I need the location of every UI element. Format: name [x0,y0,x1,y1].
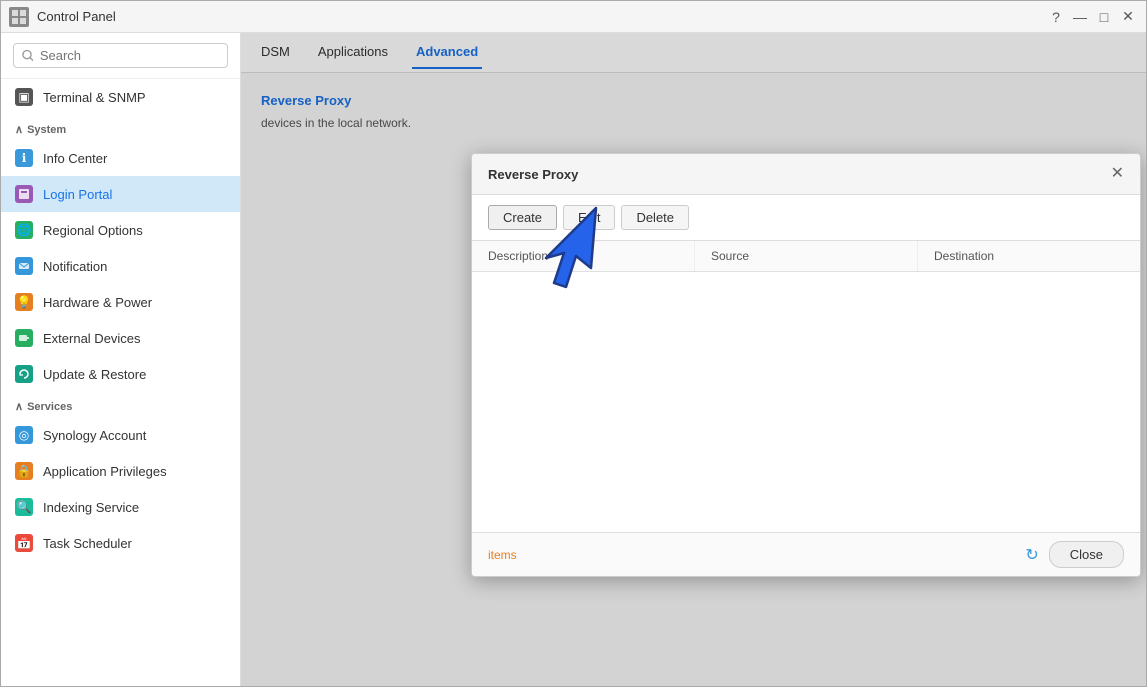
sidebar-section-services[interactable]: ∧ Services [1,392,240,417]
synology-account-label: Synology Account [43,428,146,443]
sidebar-item-regional-options[interactable]: 🌐 Regional Options [1,212,240,248]
terminal-label: Terminal & SNMP [43,90,146,105]
section-collapse-icon: ∧ [15,123,23,136]
close-button[interactable]: Close [1049,541,1124,568]
app-privileges-label: Application Privileges [43,464,167,479]
hardware-icon: 💡 [15,293,33,311]
content-area: DSM Applications Advanced Reverse Proxy … [241,33,1146,686]
help-button[interactable]: ? [1046,7,1066,27]
sidebar-item-hardware-power[interactable]: 💡 Hardware & Power [1,284,240,320]
external-devices-label: External Devices [43,331,141,346]
login-icon [15,185,33,203]
app-icon [9,7,29,27]
search-box[interactable] [13,43,228,68]
sidebar-item-external-devices[interactable]: External Devices [1,320,240,356]
notification-label: Notification [43,259,107,274]
maximize-button[interactable]: □ [1094,7,1114,27]
apppriv-icon: 🔒 [15,462,33,480]
table-header: Description Source Destination [472,241,1140,272]
modal-title: Reverse Proxy [488,167,578,182]
sidebar-section-system[interactable]: ∧ System [1,115,240,140]
services-section-label: Services [27,401,72,413]
modal-table-wrapper: Description Source Destination [472,241,1140,532]
search-input[interactable] [40,48,219,63]
modal-footer: items ↻ Close [472,532,1140,576]
sidebar-item-synology-account[interactable]: ◎ Synology Account [1,417,240,453]
system-section-label: System [27,124,66,136]
tasksch-icon: 📅 [15,534,33,552]
window-title: Control Panel [37,9,1038,24]
minimize-button[interactable]: — [1070,7,1090,27]
window-controls: ? — □ ✕ [1046,7,1138,27]
sidebar-search-area [1,33,240,79]
col-description: Description [472,241,695,271]
external-icon [15,329,33,347]
table-body-empty [472,272,1140,532]
notification-icon [15,257,33,275]
reverse-proxy-modal: Reverse Proxy ✕ Create Edit Delete Descr… [471,153,1141,577]
col-source: Source [695,241,918,271]
update-icon [15,365,33,383]
services-collapse-icon: ∧ [15,400,23,413]
indexing-icon: 🔍 [15,498,33,516]
sidebar-item-terminal[interactable]: ▣ Terminal & SNMP [1,79,240,115]
sidebar-item-task-scheduler[interactable]: 📅 Task Scheduler [1,525,240,561]
window-close-button[interactable]: ✕ [1118,7,1138,27]
main-window: Control Panel ? — □ ✕ ▣ [0,0,1147,687]
modal-close-button[interactable]: ✕ [1111,166,1124,182]
info-center-label: Info Center [43,151,107,166]
synology-icon: ◎ [15,426,33,444]
titlebar: Control Panel ? — □ ✕ [1,1,1146,33]
sidebar-item-app-privileges[interactable]: 🔒 Application Privileges [1,453,240,489]
refresh-icon[interactable]: ↻ [1025,545,1038,565]
sidebar: ▣ Terminal & SNMP ∧ System ℹ Info Center [1,33,241,686]
modal-header: Reverse Proxy ✕ [472,154,1140,195]
update-restore-label: Update & Restore [43,367,146,382]
sidebar-item-notification[interactable]: Notification [1,248,240,284]
terminal-icon: ▣ [15,88,33,106]
main-layout: ▣ Terminal & SNMP ∧ System ℹ Info Center [1,33,1146,686]
regional-options-label: Regional Options [43,223,143,238]
sidebar-item-login-portal[interactable]: Login Portal [1,176,240,212]
delete-button[interactable]: Delete [621,205,689,230]
items-label: items [488,548,517,562]
modal-toolbar: Create Edit Delete [472,195,1140,241]
info-icon: ℹ [15,149,33,167]
sidebar-item-update-restore[interactable]: Update & Restore [1,356,240,392]
login-portal-label: Login Portal [43,187,112,202]
task-scheduler-label: Task Scheduler [43,536,132,551]
regional-icon: 🌐 [15,221,33,239]
create-button[interactable]: Create [488,205,557,230]
col-destination: Destination [918,241,1140,271]
indexing-service-label: Indexing Service [43,500,139,515]
search-icon [22,49,34,62]
edit-button[interactable]: Edit [563,205,615,230]
sidebar-item-info-center[interactable]: ℹ Info Center [1,140,240,176]
sidebar-item-indexing-service[interactable]: 🔍 Indexing Service [1,489,240,525]
hardware-power-label: Hardware & Power [43,295,152,310]
